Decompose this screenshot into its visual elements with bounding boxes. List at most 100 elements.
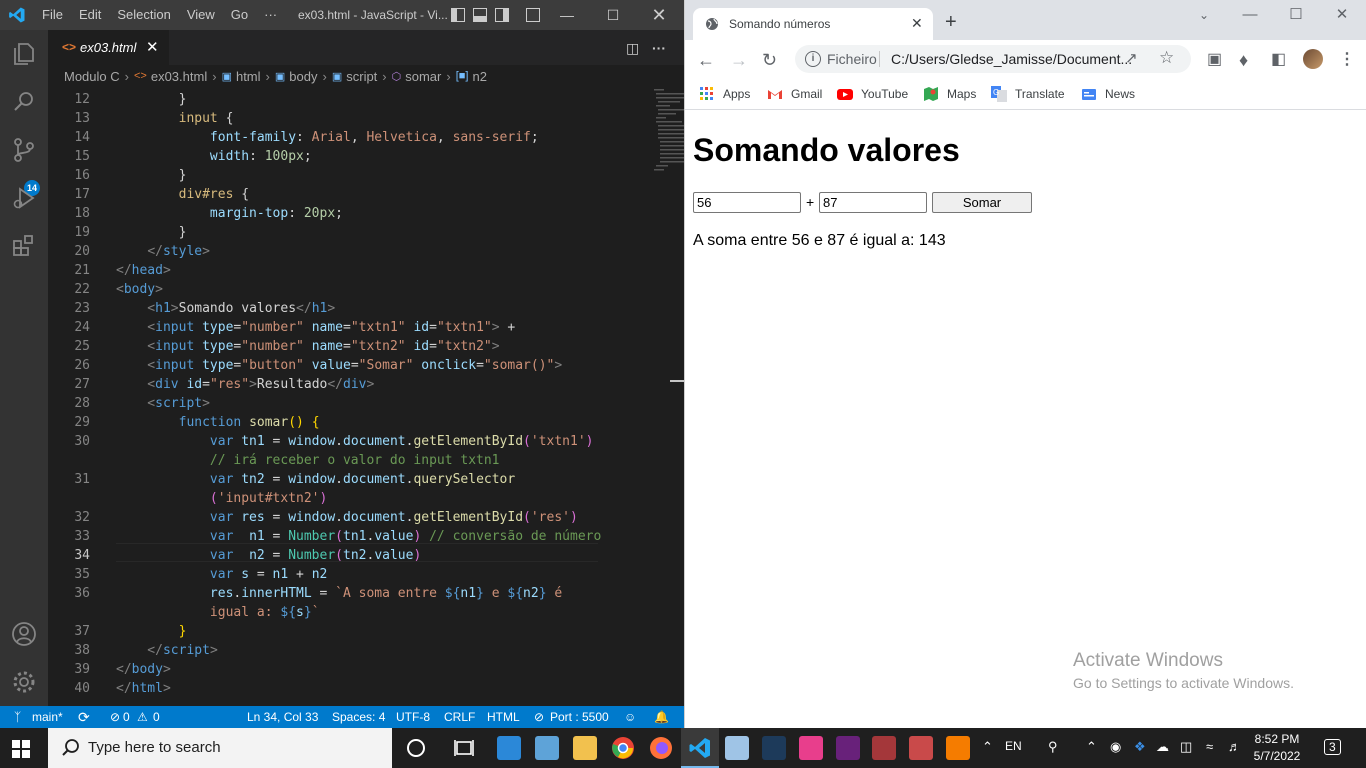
code-line[interactable]: 38 </script> (48, 641, 648, 660)
menu-selection[interactable]: Selection (109, 0, 178, 30)
run-debug-icon[interactable] (10, 184, 38, 212)
back-arrow-icon[interactable]: ← (697, 51, 715, 69)
code-line[interactable]: 18 margin-top: 20px; (48, 204, 648, 223)
menu-view[interactable]: View (179, 0, 223, 30)
address-bar[interactable]: i Ficheiro C:/Users/Gledse_Jamisse/Docum… (795, 45, 1191, 73)
somar-button[interactable]: Somar (932, 192, 1032, 213)
extensions-icon[interactable] (10, 232, 38, 260)
toggle-sidebar-icon[interactable] (451, 8, 465, 22)
vscode-taskbar-icon[interactable] (688, 736, 712, 760)
code-line[interactable]: 26 <input type="button" value="Somar" on… (48, 356, 648, 375)
cursor-position[interactable]: Ln 34, Col 33 (247, 706, 318, 728)
camera-icon[interactable]: ◉ (1110, 739, 1121, 755)
code-line[interactable]: 20 </style> (48, 242, 648, 261)
chrome-taskbar-icon[interactable] (611, 736, 635, 760)
code-line[interactable]: 22 <body> (48, 280, 648, 299)
network-app-icon[interactable] (535, 736, 559, 760)
language-mode[interactable]: HTML (487, 706, 520, 728)
breadcrumb-script[interactable]: script (346, 69, 377, 84)
warning-count[interactable]: 0 (153, 706, 160, 728)
bookmark-news[interactable]: News (1081, 78, 1135, 110)
menu-edit[interactable]: Edit (71, 0, 109, 30)
input-language[interactable]: EN (1005, 739, 1022, 753)
address-url[interactable]: C:/Users/Gledse_Jamisse/Document... (891, 51, 1132, 67)
bookmark-gmail[interactable]: Gmail (767, 78, 822, 110)
code-line[interactable]: igual a: ${s}` (48, 603, 648, 622)
search-icon[interactable] (10, 88, 38, 116)
code-line[interactable]: 12 } (48, 90, 648, 109)
chrome-menu-icon[interactable]: ⋮ (1339, 51, 1355, 69)
git-branch[interactable]: main* (32, 706, 63, 728)
code-line[interactable]: 39 </body> (48, 660, 648, 679)
feedback-icon[interactable]: ☺ (624, 706, 636, 728)
code-editor[interactable]: 12 } 13 input {14 font-family: Arial, Hel… (48, 87, 684, 706)
code-line[interactable]: 15 width: 100px; (48, 147, 648, 166)
bookmark-translate[interactable]: G Translate (991, 78, 1065, 110)
bookmark-star-icon[interactable]: ☆ (1159, 48, 1174, 68)
volume-icon[interactable]: ♬ (1228, 739, 1241, 754)
profile-avatar[interactable] (1303, 49, 1323, 69)
onedrive-cloud-icon[interactable]: ☁ (1156, 739, 1169, 755)
chrome-minimize-button[interactable]: — (1227, 4, 1273, 34)
editor-tab-ex03[interactable]: <> ex03.html ✕ (48, 30, 169, 65)
live-server-port[interactable]: Port : 5500 (550, 706, 609, 728)
bluetooth-icon[interactable]: ❖ (1134, 739, 1146, 755)
breadcrumb-body[interactable]: body (289, 69, 317, 84)
chrome-close-button[interactable]: ✕ (1319, 4, 1365, 34)
code-line[interactable]: 21 </head> (48, 261, 648, 280)
screen-capture-icon[interactable]: ▣ (1207, 51, 1222, 69)
tab-close-icon[interactable]: ✕ (146, 38, 159, 56)
taskbar-search-box[interactable]: Type here to search (48, 728, 392, 768)
power-bi-icon[interactable] (946, 736, 970, 760)
menu-file[interactable]: File (34, 0, 71, 30)
encoding[interactable]: UTF-8 (396, 706, 430, 728)
code-line[interactable]: 36 res.innerHTML = `A soma entre ${n1} e… (48, 584, 648, 603)
minimap[interactable] (652, 87, 684, 177)
split-editor-icon[interactable]: ◫ (626, 40, 639, 57)
bookmark-maps[interactable]: Maps (923, 78, 976, 110)
source-control-icon[interactable] (10, 136, 38, 164)
cortana-icon[interactable] (404, 736, 428, 760)
snipping-tool-icon[interactable] (909, 736, 933, 760)
wifi-icon[interactable]: ≈ (1206, 739, 1213, 754)
packet-tracer-icon[interactable] (762, 736, 786, 760)
breadcrumb-function[interactable]: somar (405, 69, 441, 84)
show-hidden-icons[interactable]: ⌃ (1086, 739, 1097, 755)
settings-gear-icon[interactable] (10, 668, 38, 696)
tab-search-chevron-icon[interactable]: ⌄ (1181, 4, 1227, 34)
code-line[interactable]: 29 function somar() { (48, 413, 648, 432)
code-line[interactable]: 31 var tn2 = window.document.querySelect… (48, 470, 648, 489)
code-line[interactable]: 19 } (48, 223, 648, 242)
breadcrumb-folder[interactable]: Modulo C (64, 69, 120, 84)
error-count[interactable]: 0 (123, 706, 130, 728)
tab-close-icon[interactable]: ✕ (911, 15, 923, 32)
breadcrumb-file[interactable]: ex03.html (151, 69, 207, 84)
breadcrumb-variable[interactable]: n2 (472, 69, 486, 84)
notification-center-icon[interactable]: 3 (1324, 739, 1341, 755)
code-line[interactable]: 37 } (48, 622, 648, 641)
toggle-secondary-sidebar-icon[interactable] (495, 8, 509, 22)
battery-icon[interactable]: ◫ (1180, 739, 1192, 755)
vscode-close-button[interactable]: ✕ (636, 0, 682, 30)
code-line[interactable]: 13 input { (48, 109, 648, 128)
access-icon[interactable] (872, 736, 896, 760)
file-explorer-icon[interactable] (573, 736, 597, 760)
code-line[interactable]: 32 var res = window.document.getElementB… (48, 508, 648, 527)
forward-arrow-icon[interactable]: → (730, 51, 748, 69)
wamp-icon[interactable] (799, 736, 823, 760)
sync-icon[interactable]: ⟳ (78, 706, 90, 728)
taskbar-clock[interactable]: 8:52 PM 5/7/2022 (1252, 731, 1302, 765)
more-actions-icon[interactable]: ··· (652, 40, 666, 56)
code-line[interactable]: 40 </html> (48, 679, 648, 698)
accounts-icon[interactable] (10, 620, 38, 648)
code-line[interactable]: 27 <div id="res">Resultado</div> (48, 375, 648, 394)
line-ending[interactable]: CRLF (444, 706, 475, 728)
code-line[interactable]: 34 var n2 = Number(tn2.value) (48, 546, 648, 565)
bookmark-youtube[interactable]: YouTube (837, 78, 908, 110)
code-line[interactable]: 23 <h1>Somando valores</h1> (48, 299, 648, 318)
breadcrumb-html[interactable]: html (236, 69, 261, 84)
number-input-txtn2[interactable]: 87 (819, 192, 927, 213)
indentation[interactable]: Spaces: 4 (332, 706, 385, 728)
notifications-bell-icon[interactable]: 🔔 (654, 706, 669, 728)
task-view-icon[interactable] (452, 736, 476, 760)
